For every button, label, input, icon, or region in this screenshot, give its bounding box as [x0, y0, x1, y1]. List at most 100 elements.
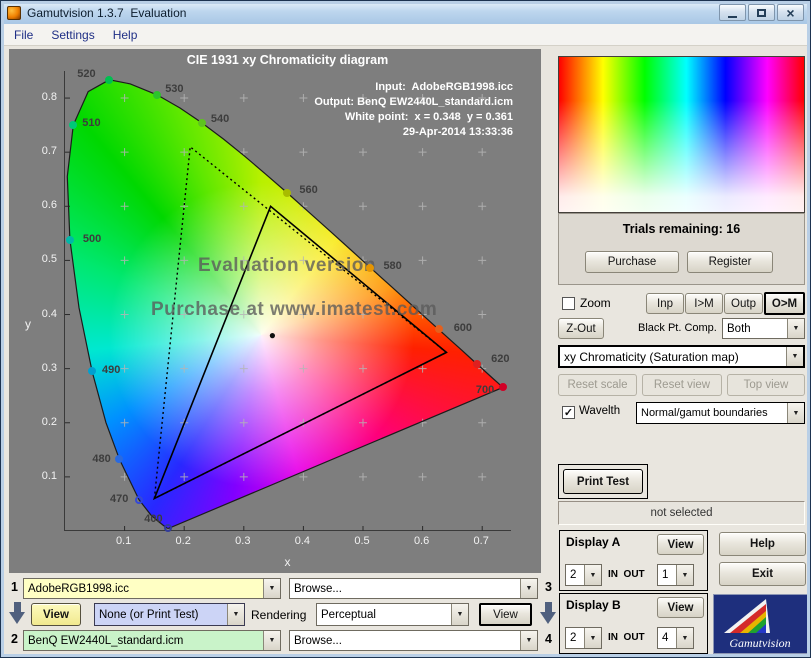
- display-b-combo-1-value: 2: [570, 632, 577, 644]
- reset-view-button[interactable]: Reset view: [642, 374, 722, 396]
- annotation-input: Input: AdobeRGB1998.icc: [375, 81, 513, 93]
- x-tick-0.7: 0.7: [473, 535, 489, 547]
- zoom-checkbox[interactable]: [562, 297, 575, 310]
- i-to-m-button[interactable]: I>M: [685, 293, 723, 314]
- display-b-view-button[interactable]: View: [657, 597, 704, 618]
- x-axis-label: x: [284, 555, 291, 569]
- input-profile-value: AdobeRGB1998.icc: [28, 582, 130, 595]
- menu-help[interactable]: Help: [104, 26, 147, 44]
- reset-scale-button[interactable]: Reset scale: [558, 374, 637, 396]
- display-a-combo-1-value: 2: [570, 569, 577, 581]
- annotation-datetime: 29-Apr-2014 13:33:36: [402, 126, 513, 138]
- profile-3-number: 3: [545, 580, 552, 594]
- dropdown-arrow-icon[interactable]: ▼: [584, 628, 601, 648]
- boundaries-combo[interactable]: Normal/gamut boundaries ▼: [636, 402, 805, 424]
- wavelth-label: Wavelth: [579, 405, 621, 417]
- rendering-intent-value: Perceptual: [321, 608, 376, 621]
- menu-settings[interactable]: Settings: [42, 26, 103, 44]
- dropdown-arrow-icon[interactable]: ▼: [787, 403, 804, 423]
- maximize-icon: [757, 8, 766, 17]
- app-window: Gamutvision 1.3.7 Evaluation × File Sett…: [0, 0, 811, 658]
- help-button[interactable]: Help: [719, 532, 806, 556]
- rendering-intent-combo[interactable]: Perceptual ▼: [316, 603, 469, 626]
- display-b-group: Display B View 2 ▼ IN OUT 4 ▼: [559, 593, 708, 654]
- display-a-combo-1[interactable]: 2 ▼: [565, 564, 602, 586]
- logo-sail-icon: Gamutvision: [714, 595, 807, 653]
- display-b-combo-2-value: 4: [662, 632, 669, 644]
- output-profile-value: BenQ EW2440L_standard.icm: [28, 634, 184, 647]
- outp-button[interactable]: Outp: [724, 293, 763, 314]
- menu-file[interactable]: File: [5, 26, 42, 44]
- black-pt-comp-value: Both: [727, 322, 751, 335]
- display-a-view-button[interactable]: View: [657, 534, 704, 555]
- dropdown-arrow-icon[interactable]: ▼: [451, 604, 468, 625]
- x-tick-0.2: 0.2: [175, 535, 191, 547]
- register-button[interactable]: Register: [687, 251, 773, 273]
- dropdown-arrow-icon[interactable]: ▼: [676, 628, 693, 648]
- black-pt-comp-label: Black Pt. Comp.: [638, 322, 717, 334]
- top-view-button[interactable]: Top view: [727, 374, 805, 396]
- display-b-combo-1[interactable]: 2 ▼: [565, 627, 602, 649]
- o-to-m-button[interactable]: O>M: [764, 292, 805, 315]
- inp-button[interactable]: Inp: [646, 293, 684, 314]
- rendering-label: Rendering: [251, 608, 307, 622]
- dropdown-arrow-icon[interactable]: ▼: [676, 565, 693, 585]
- input-browse-combo[interactable]: Browse... ▼: [289, 578, 538, 599]
- dropdown-arrow-icon[interactable]: ▼: [786, 347, 803, 366]
- profile-2-number: 2: [11, 632, 18, 646]
- display-a-title: Display A: [566, 535, 621, 549]
- minimize-icon: [728, 15, 737, 18]
- print-test-button[interactable]: Print Test: [563, 469, 643, 494]
- purchase-button[interactable]: Purchase: [585, 251, 679, 273]
- y-tick-0.7: 0.7: [41, 145, 57, 158]
- app-icon: [7, 5, 21, 20]
- y-tick-0.8: 0.8: [41, 91, 57, 104]
- output-profile-combo[interactable]: BenQ EW2440L_standard.icm ▼: [23, 630, 281, 651]
- selection-status: not selected: [558, 501, 805, 525]
- x-tick-0.5: 0.5: [354, 535, 370, 547]
- dropdown-arrow-icon[interactable]: ▼: [227, 604, 244, 625]
- display-b-title: Display B: [566, 598, 621, 612]
- dropdown-arrow-icon[interactable]: ▼: [263, 631, 280, 650]
- titlebar[interactable]: Gamutvision 1.3.7 Evaluation ×: [1, 1, 810, 24]
- profile-4-number: 4: [545, 632, 552, 646]
- exit-button[interactable]: Exit: [719, 562, 806, 586]
- y-tick-0.5: 0.5: [41, 253, 57, 266]
- menubar: File Settings Help: [1, 24, 810, 46]
- black-pt-comp-combo[interactable]: Both ▼: [722, 318, 805, 339]
- z-out-button[interactable]: Z-Out: [558, 318, 604, 339]
- print-test-box: Print Test: [558, 464, 648, 499]
- print-test-combo[interactable]: None (or Print Test) ▼: [94, 603, 245, 626]
- dropdown-arrow-icon[interactable]: ▼: [520, 631, 537, 650]
- watermark-line2: Purchase at www.imatest.com: [151, 299, 438, 320]
- input-browse-value: Browse...: [294, 582, 342, 595]
- zoom-label: Zoom: [580, 296, 611, 310]
- view-mode-combo[interactable]: xy Chromaticity (Saturation map) ▼: [558, 345, 805, 368]
- display-a-group: Display A View 2 ▼ IN OUT 1 ▼: [559, 530, 708, 591]
- y-tick-0.4: 0.4: [41, 307, 57, 320]
- input-profile-combo[interactable]: AdobeRGB1998.icc ▼: [23, 578, 281, 599]
- dropdown-arrow-icon[interactable]: ▼: [520, 579, 537, 598]
- minimize-button[interactable]: [719, 4, 746, 21]
- hue-gradient-strip: [558, 56, 805, 213]
- dropdown-arrow-icon[interactable]: ▼: [263, 579, 280, 598]
- view-2-button[interactable]: View: [479, 603, 532, 626]
- y-tick-0.3: 0.3: [41, 361, 57, 374]
- plot-area: Evaluation version Purchase at www.imate…: [64, 68, 511, 533]
- gamutvision-logo: Gamutvision: [713, 594, 808, 654]
- wavelth-checkbox[interactable]: [562, 406, 575, 419]
- view-mode-value: xy Chromaticity (Saturation map): [564, 349, 739, 364]
- output-browse-combo[interactable]: Browse... ▼: [289, 630, 538, 651]
- maximize-button[interactable]: [748, 4, 775, 21]
- y-axis-label: y: [25, 317, 31, 331]
- display-a-combo-2[interactable]: 1 ▼: [657, 564, 694, 586]
- print-test-combo-value: None (or Print Test): [99, 608, 199, 621]
- display-a-combo-2-value: 1: [662, 569, 669, 581]
- dropdown-arrow-icon[interactable]: ▼: [787, 319, 804, 338]
- logo-text: Gamutvision: [729, 636, 790, 650]
- dropdown-arrow-icon[interactable]: ▼: [584, 565, 601, 585]
- close-button[interactable]: ×: [777, 4, 804, 21]
- chart-annotations: Input: AdobeRGB1998.icc Output: BenQ EW2…: [314, 80, 513, 140]
- display-b-combo-2[interactable]: 4 ▼: [657, 627, 694, 649]
- view-1-button[interactable]: View: [31, 603, 81, 626]
